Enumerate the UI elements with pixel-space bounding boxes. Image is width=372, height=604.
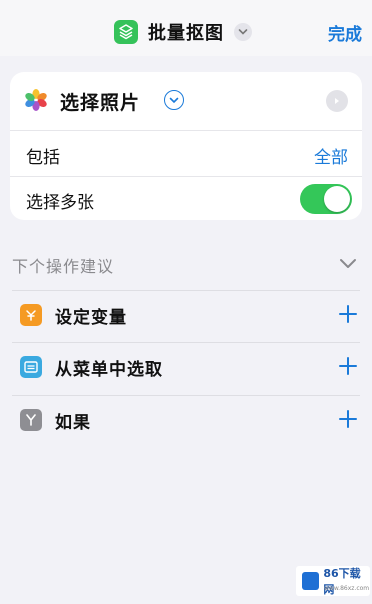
watermark-url: www.86xz.com (324, 585, 370, 592)
chevron-down-icon[interactable] (234, 23, 252, 41)
shortcut-layers-icon (114, 20, 138, 44)
action-title: 选择照片 (60, 92, 141, 114)
add-icon[interactable] (338, 356, 358, 376)
site-watermark: 86下载网 www.86xz.com (296, 566, 370, 596)
select-multiple-label: 选择多张 (26, 193, 94, 213)
select-multiple-row: 选择多张 (10, 176, 362, 220)
shortcut-title-menu[interactable]: 批量抠图 (114, 18, 252, 46)
select-multiple-toggle[interactable] (300, 184, 352, 214)
toggle-knob (324, 186, 350, 212)
suggestion-choose-from-menu[interactable]: 从菜单中选取 (12, 342, 360, 395)
photos-icon (25, 89, 47, 111)
menu-icon (20, 356, 42, 378)
nav-bar: 批量抠图 完成 (0, 0, 372, 56)
done-button[interactable]: 完成 (328, 20, 362, 45)
chevron-down-icon[interactable] (164, 90, 184, 110)
include-row[interactable]: 包括 全部 (10, 130, 362, 177)
suggestion-if[interactable]: 如果 (12, 395, 360, 448)
shortcut-title[interactable]: 批量抠图 (148, 19, 224, 45)
chevron-down-icon[interactable] (338, 258, 358, 270)
add-icon[interactable] (338, 409, 358, 429)
site-logo-icon (302, 572, 320, 590)
action-header-row[interactable]: 选择照片 (10, 72, 362, 130)
suggestion-set-variable[interactable]: 设定变量 (12, 290, 360, 343)
suggestion-label: 从菜单中选取 (55, 360, 163, 380)
variable-icon (20, 304, 42, 326)
next-action-suggestions-header: 下个操作建议 (12, 257, 115, 276)
watermark-text: 86下载网 (323, 567, 361, 596)
include-value[interactable]: 全部 (314, 143, 348, 168)
select-photos-action-card: 选择照片 包括 全部 选择多张 (10, 72, 362, 220)
add-icon[interactable] (338, 304, 358, 324)
suggestion-label: 如果 (55, 413, 91, 433)
branch-icon (20, 409, 42, 431)
include-label: 包括 (26, 148, 60, 168)
suggestion-label: 设定变量 (55, 308, 127, 328)
info-icon[interactable] (326, 90, 348, 112)
